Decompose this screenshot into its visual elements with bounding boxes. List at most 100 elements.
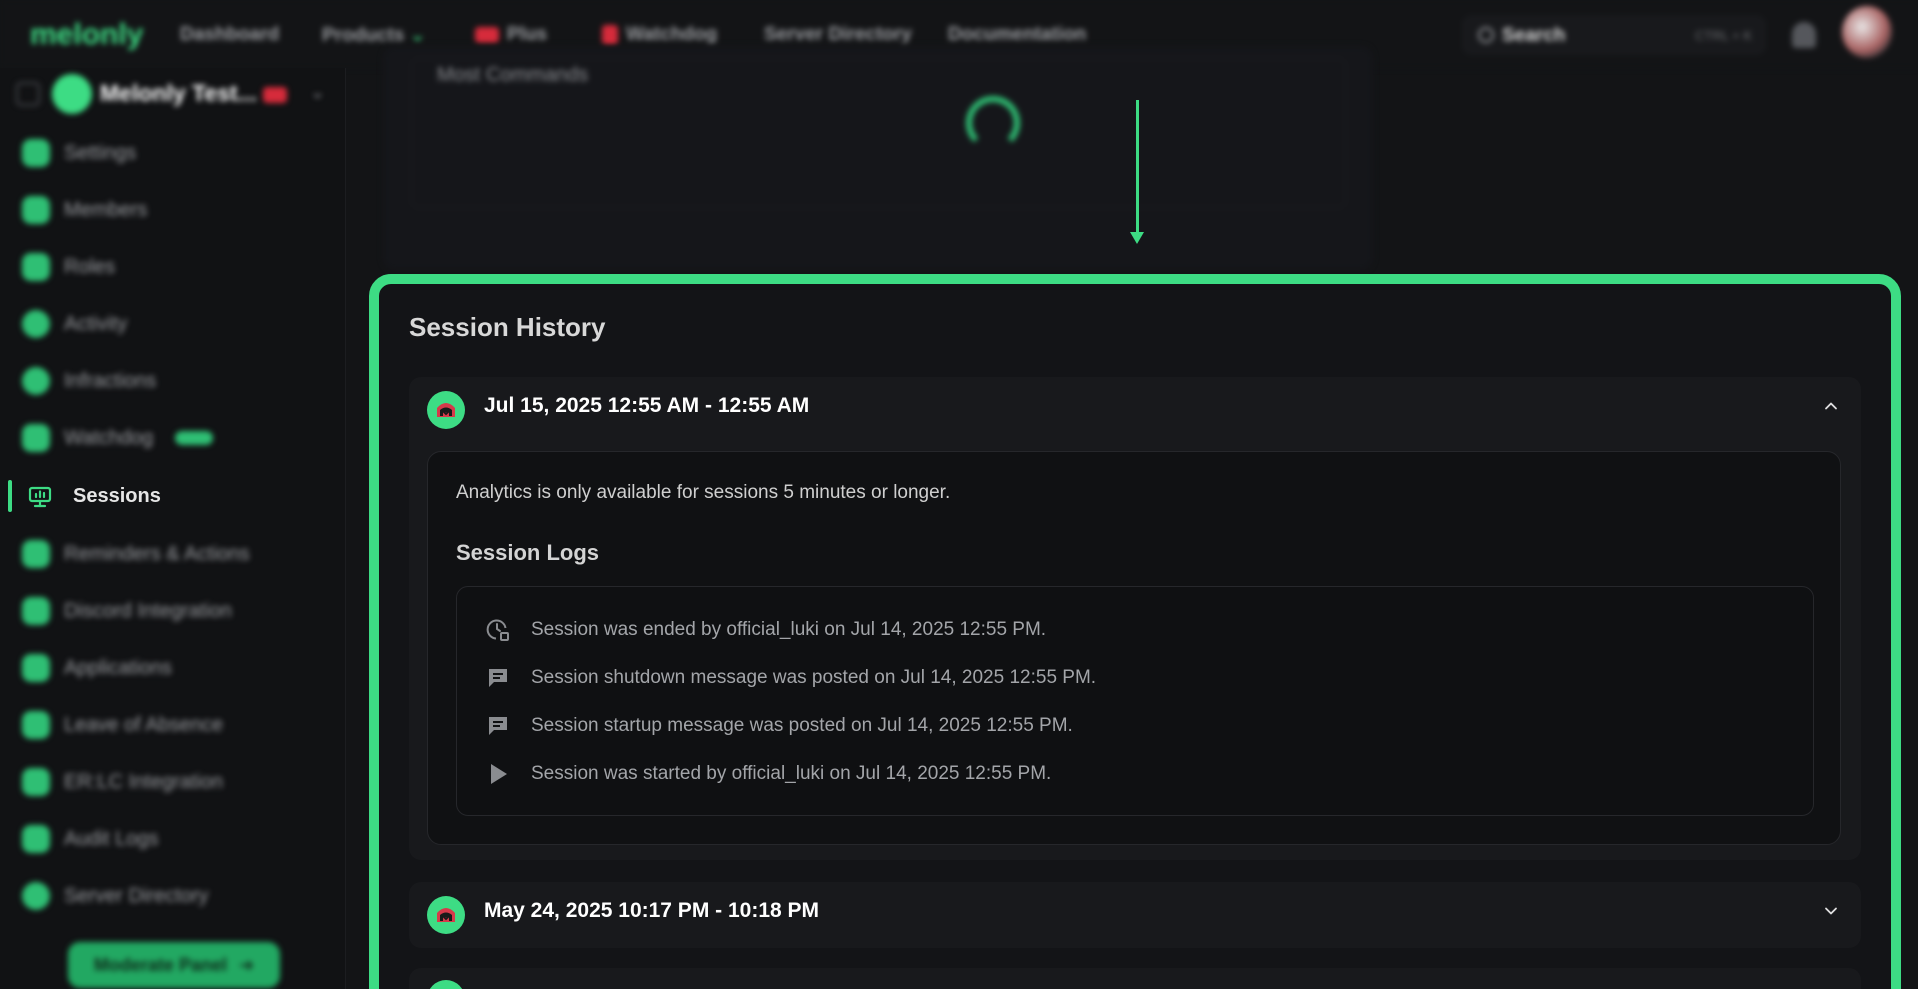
sidebar-item-infractions[interactable]: Infractions <box>22 364 156 398</box>
sidebar-item-reminders[interactable]: Reminders & Actions <box>22 537 250 571</box>
discord-icon <box>22 597 50 625</box>
chevron-up-icon[interactable] <box>1821 396 1841 416</box>
session-date-range: Jul 15, 2025 12:55 AM - 12:55 AM <box>484 394 810 417</box>
sidebar-item-watchdog[interactable]: Watchdog <box>22 421 214 455</box>
log-text: Session startup message was posted on Ju… <box>531 715 1073 736</box>
sidebar-item-leave-of-absence[interactable]: Leave of Absence <box>22 708 223 742</box>
directory-icon <box>22 882 50 910</box>
nav-watchdog-label: Watchdog <box>626 24 718 45</box>
car-icon <box>22 768 50 796</box>
members-icon <box>22 196 50 224</box>
session-card: Jul 15, 2025 12:55 AM - 12:55 AM Analyti… <box>409 377 1861 860</box>
session-avatar-icon <box>427 980 465 989</box>
most-commands-label: Most Commands <box>437 64 589 86</box>
sidebar-item-label: ER:LC Integration <box>64 770 223 793</box>
sidebar-item-server-directory[interactable]: Server Directory <box>22 879 208 913</box>
nav-products[interactable]: Products ⌄ <box>322 24 426 47</box>
sidebar-item-members[interactable]: Members <box>22 193 147 227</box>
session-date-range: May 24, 2025 10:17 PM - 10:18 PM <box>484 899 820 922</box>
log-text: Session was ended by official_luki on Ju… <box>531 619 1047 640</box>
message-icon <box>485 665 511 691</box>
list-item: Session was started by official_luki on … <box>485 759 1051 789</box>
watchdog-icon <box>22 424 50 452</box>
play-icon <box>485 761 511 787</box>
list-item: Session was ended by official_luki on Ju… <box>485 615 1046 645</box>
arrow-right-icon: ➜ <box>238 954 255 975</box>
annotation-arrow <box>1136 100 1139 236</box>
server-name: Melonly Test... <box>100 80 295 107</box>
calendar-icon <box>22 711 50 739</box>
log-text: Session was started by official_luki on … <box>531 763 1052 784</box>
nav-server-directory[interactable]: Server Directory <box>764 24 912 46</box>
log-text: Session shutdown message was posted on J… <box>531 667 1097 688</box>
roles-icon <box>22 253 50 281</box>
sidebar-item-label: Discord Integration <box>64 599 232 622</box>
moderate-panel-label: Moderate Panel <box>93 954 227 975</box>
sidebar-item-label: Server Directory <box>64 884 209 907</box>
session-card[interactable]: May 24, 2025 10:17 PM - 10:18 PM <box>409 882 1861 948</box>
active-indicator <box>8 480 12 512</box>
plus-badge-icon <box>263 86 288 103</box>
sidebar-item-sessions[interactable]: Sessions <box>8 480 308 514</box>
server-selector[interactable]: Melonly Test... ⌄ <box>16 72 336 116</box>
sidebar-item-erlc-integration[interactable]: ER:LC Integration <box>22 765 223 799</box>
search-label: Search <box>1502 25 1566 46</box>
search-shortcut: CTRL + K <box>1695 28 1752 43</box>
sidebar-item-discord-integration[interactable]: Discord Integration <box>22 594 232 628</box>
monitor-chart-icon <box>28 486 52 508</box>
nav-products-label: Products <box>322 25 405 46</box>
infractions-icon <box>22 367 50 395</box>
new-badge <box>175 431 214 445</box>
sidebar-item-activity[interactable]: Activity <box>22 307 127 341</box>
user-avatar[interactable] <box>1842 6 1892 58</box>
sidebar-item-label: Reminders & Actions <box>64 542 250 565</box>
list-item: Session shutdown message was posted on J… <box>485 663 1096 693</box>
clock-stop-icon <box>485 617 511 643</box>
session-details: Analytics is only available for sessions… <box>427 451 1841 845</box>
chevron-down-icon: ⌄ <box>409 25 426 46</box>
session-header[interactable]: May 24, 2025 10:17 PM - 10:18 PM <box>409 882 1861 948</box>
sidebar-item-label: Applications <box>64 656 172 679</box>
session-header[interactable]: Jul 15, 2025 12:55 AM - 12:55 AM <box>409 377 1861 443</box>
session-card[interactable] <box>409 968 1861 989</box>
message-icon <box>485 713 511 739</box>
notification-bell-icon[interactable] <box>1792 22 1816 48</box>
sidebar-item-label: Activity <box>64 312 128 335</box>
annotation-arrow-head <box>1130 232 1144 244</box>
session-history-title: Session History <box>409 312 606 342</box>
moderate-panel-button[interactable]: Moderate Panel ➜ <box>68 942 280 988</box>
session-logs-title: Session Logs <box>456 540 600 565</box>
nav-plus-label: Plus <box>507 24 548 45</box>
watchdog-icon <box>602 24 618 45</box>
sidebar-item-label: Settings <box>64 141 137 164</box>
nav-dashboard[interactable]: Dashboard <box>180 24 279 46</box>
loading-spinner-icon <box>966 96 1020 150</box>
list-item: Session startup message was posted on Ju… <box>485 711 1073 741</box>
sidebar-item-label: Roles <box>64 255 116 278</box>
nav-documentation[interactable]: Documentation <box>948 24 1086 46</box>
sidebar-item-applications[interactable]: Applications <box>22 651 172 685</box>
sidebar-item-label: Watchdog <box>64 426 154 449</box>
sidebar-item-audit-logs[interactable]: Audit Logs <box>22 822 159 856</box>
sidebar-divider <box>345 68 346 989</box>
session-avatar-icon <box>427 391 465 429</box>
applications-icon <box>22 654 50 682</box>
melonly-logo[interactable]: melonly <box>30 18 143 52</box>
search-icon <box>1478 27 1494 43</box>
plus-icon <box>475 26 499 43</box>
nav-plus[interactable]: Plus <box>475 24 547 46</box>
settings-icon <box>22 139 50 167</box>
reminders-icon <box>22 540 50 568</box>
sidebar-item-settings[interactable]: Settings <box>22 136 136 170</box>
server-name-text: Melonly Test... <box>100 80 257 106</box>
chevron-down-icon[interactable] <box>1821 901 1841 921</box>
nav-watchdog[interactable]: Watchdog <box>602 24 717 46</box>
search-input[interactable]: Search CTRL + K <box>1463 16 1765 54</box>
sidebar-item-label: Leave of Absence <box>64 713 224 736</box>
sidebar-toggle-icon[interactable] <box>16 82 40 106</box>
activity-icon <box>22 310 50 338</box>
chevron-down-icon[interactable]: ⌄ <box>310 82 325 103</box>
sidebar-item-label: Sessions <box>73 485 161 507</box>
sidebar-item-label: Members <box>64 198 148 221</box>
sidebar-item-roles[interactable]: Roles <box>22 250 115 284</box>
